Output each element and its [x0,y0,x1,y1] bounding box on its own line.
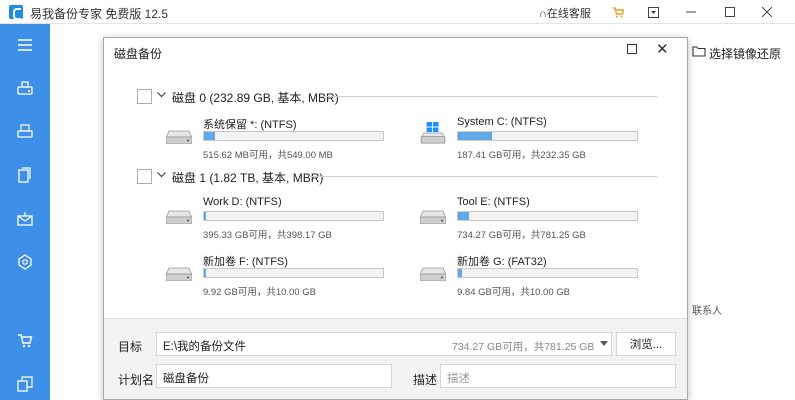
partition-usage-fill [458,132,492,140]
disk-label: 磁盘 1 (1.82 TB, 基本, MBR) [172,171,324,185]
description-placeholder: 描述 [447,373,470,385]
divider [321,96,657,97]
partition-item[interactable]: 新加卷 F: (NTFS) 9.92 GB可用，共10.00 GB [166,253,406,298]
drive-icon [166,267,192,281]
chevron-down-icon[interactable] [157,90,166,99]
dropdown-menu-button[interactable] [645,4,661,20]
partition-usage-fill [458,212,469,220]
partition-item[interactable]: System C: (NTFS) 187.41 GB可用，共232.35 GB [420,116,660,161]
contact-label: 联系人 [692,306,722,317]
partition-size: 187.41 GB可用，共232.35 GB [457,150,586,161]
menu-box-icon [647,6,659,18]
description-label: 描述 [413,373,438,387]
dialog-maximize-icon[interactable] [627,44,637,54]
clone-icon[interactable] [17,376,33,392]
disk-header: 磁盘 0 (232.89 GB, 基本, MBR) [137,88,657,106]
partition-usage-bar [203,211,384,221]
disk-header: 磁盘 1 (1.82 TB, 基本, MBR) [137,168,657,186]
minimize-button[interactable] [683,4,699,20]
disk-checkbox[interactable] [137,89,152,104]
system-backup-icon[interactable] [17,123,33,139]
drive-icon [420,267,446,281]
partition-usage-fill [204,269,206,277]
partition-usage-fill [458,269,462,277]
chevron-down-icon [600,341,608,346]
partition-name: Work D: (NTFS) [203,196,282,208]
partition-item[interactable]: Tool E: (NTFS) 734.27 GB可用，共781.25 GB [420,196,660,241]
app-titlebar: 易我备份专家 免费版 12.5 ∩在线客服 [0,0,795,24]
cart-icon[interactable] [17,332,33,348]
smart-backup-icon[interactable] [17,254,33,270]
partition-size: 734.27 GB可用，共781.25 GB [457,230,586,241]
dialog-title: 磁盘备份 [114,47,163,61]
target-dropdown[interactable]: E:\我的备份文件 734.27 GB可用，共781.25 GB [156,332,612,356]
partition-item[interactable]: Work D: (NTFS) 395.33 GB可用，共398.17 GB [166,196,406,241]
partition-usage-bar [203,131,384,141]
restore-image-link[interactable]: 选择镜像还原 [709,45,781,62]
partition-usage-bar [457,268,638,278]
disk-label: 磁盘 0 (232.89 GB, 基本, MBR) [172,91,339,105]
disk-backup-dialog: 磁盘备份 ✕ 磁盘 0 (232.89 GB, 基本, MBR) 系统保留 *:… [103,37,688,400]
close-button[interactable] [759,4,775,20]
cart-icon[interactable] [612,6,624,18]
plan-name-label: 计划名 [118,373,155,387]
sidebar [0,24,50,400]
target-path: E:\我的备份文件 [163,341,247,353]
headset-icon: ∩ [539,8,547,20]
partition-name: 系统保留 *: (NTFS) [203,119,297,131]
online-help-link[interactable]: ∩在线客服 [539,5,591,21]
dialog-close-icon[interactable]: ✕ [656,40,669,58]
chevron-down-icon[interactable] [157,170,166,179]
drive-icon [420,210,446,224]
target-free-space: 734.27 GB可用，共781.25 GB [452,341,595,353]
app-logo-icon [9,5,23,20]
divider [309,176,657,177]
partition-item[interactable]: 新加卷 G: (FAT32) 9.84 GB可用，共10.00 GB [420,253,660,298]
partition-name: Tool E: (NTFS) [457,196,530,208]
app-title: 易我备份专家 免费版 12.5 [30,7,169,21]
backup-settings-panel: 目标 E:\我的备份文件 734.27 GB可用，共781.25 GB 浏览..… [104,318,687,399]
partition-name: System C: (NTFS) [457,116,547,128]
online-help-label: 在线客服 [546,8,591,20]
browse-button[interactable]: 浏览... [616,332,676,356]
partition-usage-bar [457,131,638,141]
drive-icon [166,210,192,224]
partition-size: 9.92 GB可用，共10.00 GB [203,287,316,298]
target-label: 目标 [118,340,143,354]
minimize-icon [686,11,696,13]
description-input[interactable]: 描述 [440,364,676,388]
mail-backup-icon[interactable] [17,211,33,227]
partition-size: 9.84 GB可用，共10.00 GB [457,287,570,298]
drive-icon [166,130,192,144]
partition-usage-fill [204,212,206,220]
partition-usage-fill [204,132,215,140]
plan-name-value: 磁盘备份 [163,373,209,385]
folder-restore-icon[interactable] [692,44,706,58]
partition-name: 新加卷 G: (FAT32) [457,256,547,268]
partition-name: 新加卷 F: (NTFS) [203,256,288,268]
disk-checkbox[interactable] [137,169,152,184]
partition-usage-bar [457,211,638,221]
plan-name-input[interactable]: 磁盘备份 [156,364,392,388]
maximize-icon [725,7,735,17]
close-icon [762,7,772,17]
partition-item[interactable]: 系统保留 *: (NTFS) 515.62 MB可用，共549.00 MB [166,116,406,161]
disk-backup-icon[interactable] [17,80,33,96]
partition-usage-bar [203,268,384,278]
windows-drive-icon [420,122,446,144]
menu-icon[interactable] [17,37,33,53]
maximize-button[interactable] [722,4,738,20]
partition-size: 395.33 GB可用，共398.17 GB [203,230,332,241]
partition-size: 515.62 MB可用，共549.00 MB [203,150,333,161]
file-backup-icon[interactable] [17,167,33,183]
